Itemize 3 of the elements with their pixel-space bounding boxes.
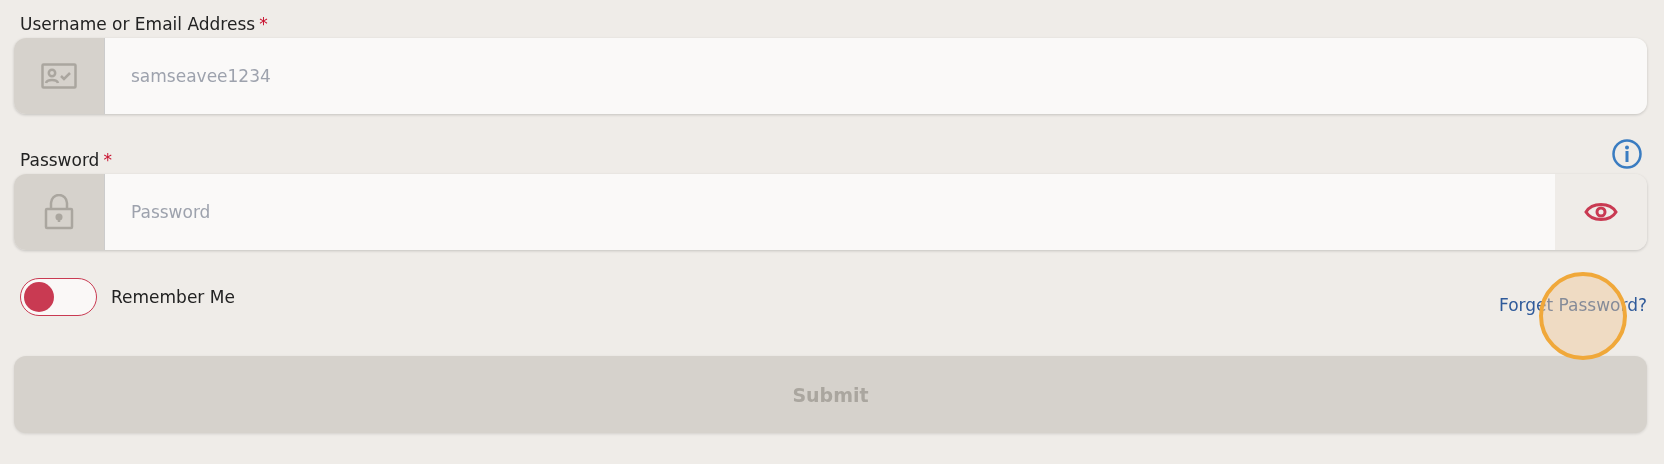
username-label: Username or Email Address * — [20, 14, 268, 34]
password-label: Password * — [20, 150, 112, 170]
remember-me-label: Remember Me — [111, 287, 235, 307]
